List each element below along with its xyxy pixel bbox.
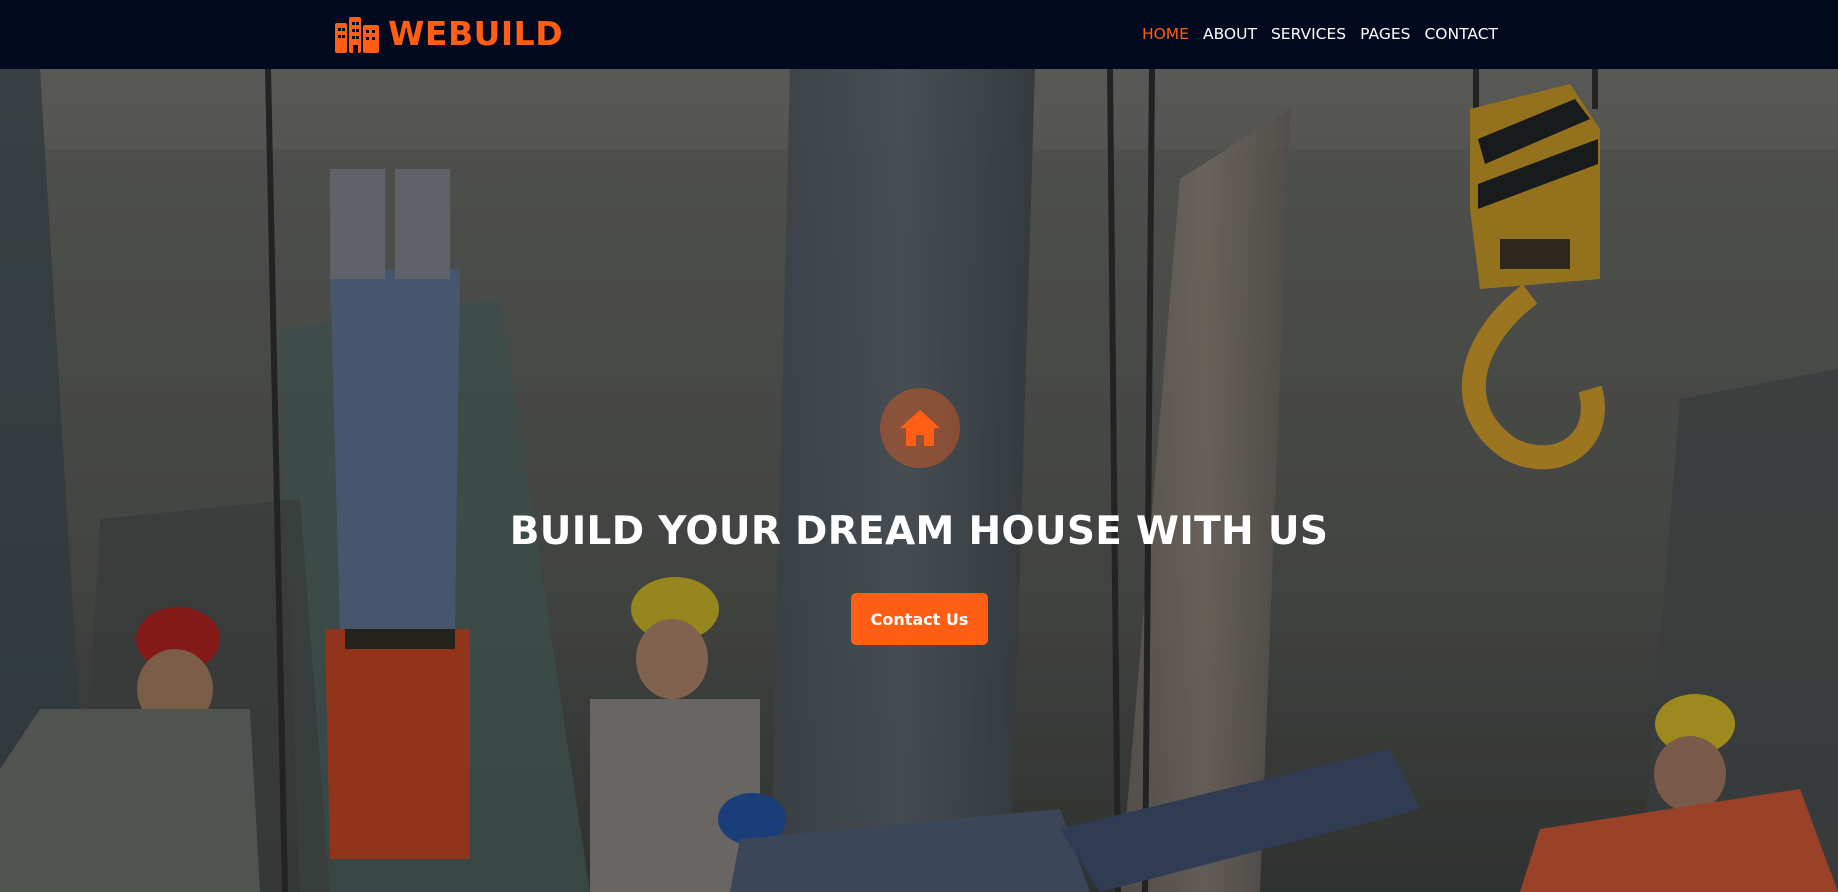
- nav-about-link[interactable]: ABOUT: [1203, 22, 1257, 46]
- nav-pages-link[interactable]: PAGES: [1360, 22, 1410, 46]
- nav-home-link[interactable]: HOME: [1142, 22, 1189, 46]
- hero-content: BUILD YOUR DREAM HOUSE WITH US Contact U…: [0, 69, 1838, 892]
- contact-us-button[interactable]: Contact Us: [851, 593, 988, 645]
- building-icon: [335, 17, 379, 53]
- hero-section: BUILD YOUR DREAM HOUSE WITH US Contact U…: [0, 69, 1838, 892]
- home-icon-badge: [880, 388, 960, 468]
- home-icon: [900, 410, 940, 446]
- navbar: WEBUILD HOME ABOUT SERVICES PAGES CONTAC…: [0, 0, 1838, 69]
- brand-name: WEBUILD: [388, 14, 564, 53]
- nav-menu: HOME ABOUT SERVICES PAGES CONTACT: [1142, 22, 1498, 46]
- nav-contact-link[interactable]: CONTACT: [1424, 22, 1498, 46]
- hero-title: BUILD YOUR DREAM HOUSE WITH US: [509, 509, 1329, 554]
- brand-logo-link[interactable]: WEBUILD: [334, 14, 563, 54]
- nav-services-link[interactable]: SERVICES: [1271, 22, 1346, 46]
